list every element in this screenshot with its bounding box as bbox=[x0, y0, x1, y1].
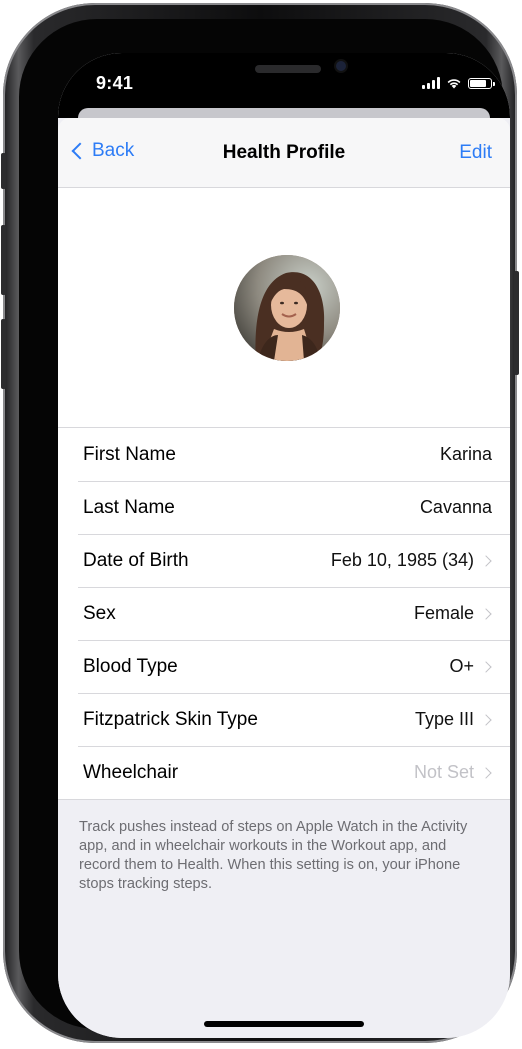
profile-photo bbox=[234, 255, 340, 361]
row-value: Type III bbox=[414, 709, 474, 729]
navigation-bar: Back Health Profile Edit bbox=[58, 118, 510, 188]
row-label: Last Name bbox=[83, 496, 175, 518]
row-value: Female bbox=[413, 603, 474, 623]
edit-button[interactable]: Edit bbox=[459, 142, 492, 164]
wheelchair-footer-note: Track pushes instead of steps on Apple W… bbox=[79, 819, 468, 892]
screen: 9:41 Back Health Profile Edit First Name… bbox=[58, 53, 510, 1038]
chevron-right-icon bbox=[480, 607, 492, 620]
avatar[interactable] bbox=[234, 255, 340, 361]
status-time: 9:41 bbox=[96, 73, 134, 93]
row-first-name[interactable]: First Name Karina bbox=[58, 428, 510, 481]
health-profile-sheet: Back Health Profile Edit First Name Kari… bbox=[58, 118, 510, 1038]
chevron-right-icon bbox=[480, 713, 492, 726]
profile-details-list: First Name Karina Last Name Cavanna Date… bbox=[58, 427, 510, 800]
row-label: Fitzpatrick Skin Type bbox=[83, 708, 258, 730]
row-value: O+ bbox=[449, 656, 474, 676]
phone-bezel: 9:41 Back Health Profile Edit First Name… bbox=[19, 19, 510, 1038]
row-value: Feb 10, 1985 (34) bbox=[330, 550, 474, 570]
battery-level-fill bbox=[470, 79, 486, 87]
volume-down-button bbox=[1, 319, 6, 389]
row-blood-type[interactable]: Blood Type O+ bbox=[58, 640, 510, 693]
row-label: Blood Type bbox=[83, 655, 178, 677]
front-camera bbox=[336, 61, 346, 71]
page-title: Health Profile bbox=[222, 142, 346, 163]
iphone-frame: 9:41 Back Health Profile Edit First Name… bbox=[1, 3, 519, 1043]
row-label: Wheelchair bbox=[83, 761, 179, 783]
volume-up-button bbox=[1, 225, 6, 295]
chevron-right-icon bbox=[480, 766, 492, 779]
row-label: First Name bbox=[83, 443, 176, 465]
cellular-signal-icon bbox=[422, 77, 440, 89]
silent-switch bbox=[1, 153, 6, 189]
row-label: Date of Birth bbox=[83, 549, 189, 571]
row-sex[interactable]: Sex Female bbox=[58, 587, 510, 640]
row-fitzpatrick-skin-type[interactable]: Fitzpatrick Skin Type Type III bbox=[58, 693, 510, 746]
earpiece-speaker bbox=[255, 65, 321, 73]
battery-icon bbox=[468, 77, 495, 89]
chevron-right-icon bbox=[480, 554, 492, 567]
row-date-of-birth[interactable]: Date of Birth Feb 10, 1985 (34) bbox=[58, 534, 510, 587]
avatar-section bbox=[58, 188, 510, 428]
row-wheelchair[interactable]: Wheelchair Not Set bbox=[58, 746, 510, 799]
wifi-icon bbox=[447, 79, 461, 89]
row-last-name[interactable]: Last Name Cavanna bbox=[58, 481, 510, 534]
row-value: Not Set bbox=[413, 762, 474, 782]
row-label: Sex bbox=[83, 602, 116, 624]
row-value: Karina bbox=[439, 444, 492, 464]
chevron-right-icon bbox=[480, 660, 492, 673]
row-value: Cavanna bbox=[419, 497, 492, 517]
status-icons bbox=[422, 75, 495, 91]
home-indicator[interactable] bbox=[204, 1021, 364, 1027]
power-button bbox=[514, 271, 519, 375]
